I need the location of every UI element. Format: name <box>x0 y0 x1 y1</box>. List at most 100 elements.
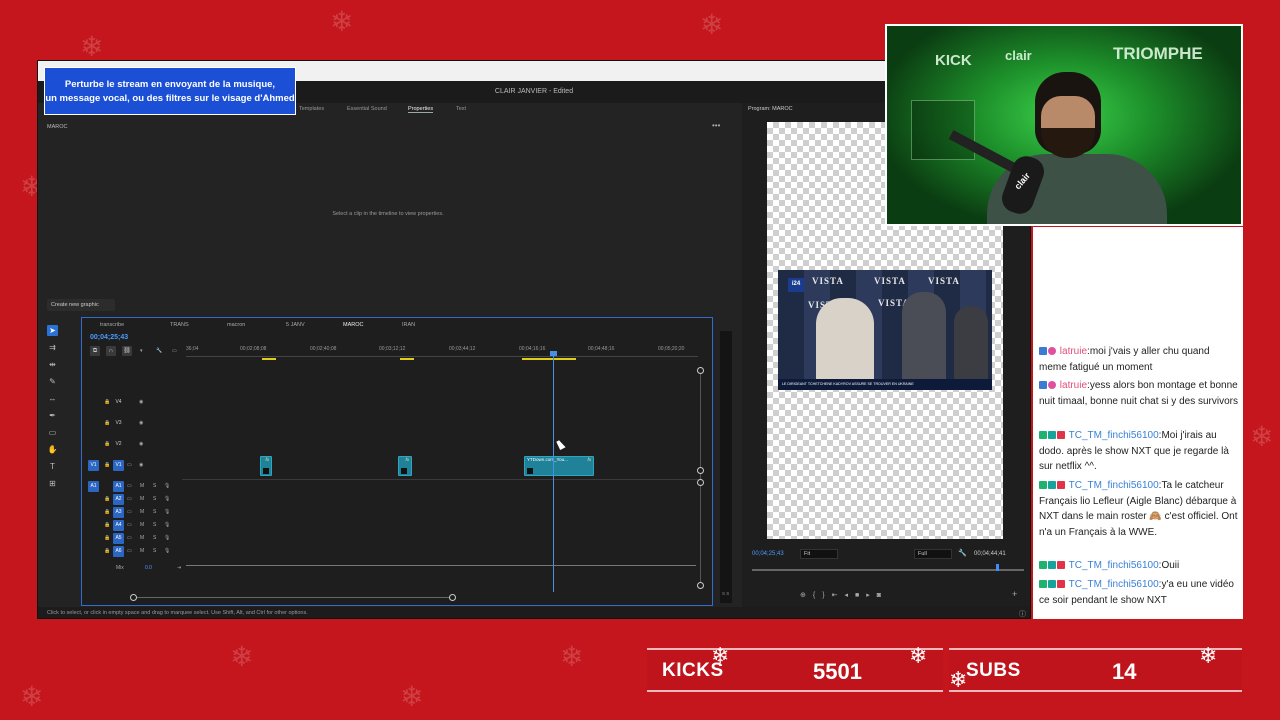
sync-icon[interactable]: ▭ <box>127 462 132 468</box>
timeline-tab[interactable]: 5 JANV <box>286 322 305 328</box>
chat-username[interactable]: TC_TM_finchi56100 <box>1069 579 1159 590</box>
microphone-icon[interactable]: 🎙 <box>164 535 170 541</box>
scroll-handle[interactable] <box>697 479 704 486</box>
mute-button[interactable]: M <box>140 522 144 528</box>
track-target[interactable]: A6 <box>113 546 124 557</box>
tab-properties[interactable]: Properties <box>408 106 434 113</box>
pen-tool-icon[interactable]: ✒ <box>47 410 58 421</box>
timeline-tab[interactable]: IRAN <box>402 322 415 328</box>
lock-icon[interactable]: 🔒 <box>104 509 110 515</box>
razor-tool-icon[interactable]: ✎ <box>47 376 58 387</box>
marker-icon[interactable]: ⊕ <box>800 592 813 599</box>
sync-icon[interactable]: ▭ <box>127 535 132 541</box>
time-ruler[interactable] <box>186 356 698 357</box>
solo-button[interactable]: S <box>153 548 156 554</box>
add-button-icon[interactable]: + <box>1012 589 1017 599</box>
mix-volume[interactable]: 0.0 <box>145 565 152 571</box>
selection-tool-icon[interactable]: ➤ <box>47 325 58 336</box>
lock-icon[interactable]: 🔒 <box>104 462 110 468</box>
eye-icon[interactable]: ◉ <box>139 441 143 447</box>
timeline-tab-active[interactable]: MAROC <box>343 322 363 328</box>
go-to-in-icon[interactable]: ⇤ <box>832 592 845 599</box>
slip-tool-icon[interactable]: ↔ <box>47 393 58 404</box>
program-playhead[interactable] <box>996 564 999 571</box>
playhead-handle[interactable] <box>550 351 557 356</box>
more-options-icon[interactable]: ••• <box>712 121 720 130</box>
scroll-handle[interactable] <box>697 582 704 589</box>
transport-controls[interactable]: ⊕{}⇤◂■▸◙ <box>800 591 888 599</box>
step-forward-icon[interactable]: ▸ <box>866 592 877 599</box>
timeline-tab[interactable]: transcribe <box>100 322 124 328</box>
step-back-icon[interactable]: ◂ <box>844 592 855 599</box>
rectangle-tool-icon[interactable]: ▭ <box>47 427 58 438</box>
chat-username[interactable]: latruie <box>1060 380 1087 391</box>
lock-icon[interactable]: 🔒 <box>104 548 110 554</box>
chat-username[interactable]: TC_TM_finchi56100 <box>1069 480 1159 491</box>
type-tool-icon[interactable]: T <box>47 461 58 472</box>
zoom-handle-left[interactable] <box>130 594 137 601</box>
tab-templates[interactable]: Templates <box>299 106 324 112</box>
eye-icon[interactable]: ◉ <box>139 462 143 468</box>
track-target[interactable]: V4 <box>113 397 124 408</box>
lock-icon[interactable]: 🔒 <box>104 522 110 528</box>
solo-button[interactable]: S <box>153 509 156 515</box>
mute-button[interactable]: M <box>140 535 144 541</box>
mute-button[interactable]: M <box>140 483 144 489</box>
tab-essential-sound[interactable]: Essential Sound <box>347 106 387 112</box>
resolution-select[interactable]: Full <box>914 549 952 559</box>
scroll-handle[interactable] <box>697 467 704 474</box>
stop-icon[interactable]: ■ <box>855 592 866 599</box>
lock-icon[interactable]: 🔒 <box>104 535 110 541</box>
source-track-id[interactable]: V1 <box>88 460 99 471</box>
tab-text[interactable]: Text <box>456 106 466 112</box>
video-clip[interactable]: YTDown.com_You... fx <box>524 456 594 476</box>
snap-icon[interactable]: ∩ <box>106 346 116 356</box>
sync-icon[interactable]: ▭ <box>127 483 132 489</box>
eye-icon[interactable]: ◉ <box>139 399 143 405</box>
timeline-tab[interactable]: macron <box>227 322 245 328</box>
sync-icon[interactable]: ▭ <box>127 522 132 528</box>
chat-username[interactable]: TC_TM_finchi56100 <box>1069 560 1159 571</box>
lock-icon[interactable]: 🔒 <box>104 420 110 426</box>
microphone-icon[interactable]: 🎙 <box>164 496 170 502</box>
wrench-icon[interactable]: 🔧 <box>156 348 162 354</box>
track-target[interactable]: V2 <box>113 439 124 450</box>
solo-button[interactable]: S <box>153 496 156 502</box>
horizontal-scrollbar[interactable] <box>134 597 452 598</box>
mute-button[interactable]: M <box>140 548 144 554</box>
timeline-tab[interactable]: TRANS <box>170 322 189 328</box>
track-target[interactable]: V3 <box>113 418 124 429</box>
program-playhead-timecode[interactable]: 00;04;25;43 <box>752 551 784 557</box>
timeline-playhead[interactable] <box>553 352 554 592</box>
chat-username[interactable]: latruie <box>1060 346 1087 357</box>
lock-icon[interactable]: 🔒 <box>104 441 110 447</box>
zoom-select[interactable]: Fit <box>800 549 838 559</box>
sync-icon[interactable]: ▭ <box>127 496 132 502</box>
caption-tool-icon[interactable]: ⊞ <box>47 478 58 489</box>
wrench-icon[interactable]: 🔧 <box>958 549 967 557</box>
solo-button[interactable]: S <box>153 522 156 528</box>
vertical-scrollbar[interactable] <box>700 368 701 584</box>
solo-button[interactable]: S <box>153 483 156 489</box>
marker-icon[interactable]: ▾ <box>140 348 143 354</box>
ripple-edit-tool-icon[interactable]: ⇹ <box>47 359 58 370</box>
microphone-icon[interactable]: 🎙 <box>164 548 170 554</box>
lock-icon[interactable]: 🔒 <box>104 399 110 405</box>
scroll-handle[interactable] <box>697 367 704 374</box>
timeline-timecode[interactable]: 00;04;25;43 <box>90 334 128 341</box>
camera-icon[interactable]: ◙ <box>877 592 888 599</box>
microphone-icon[interactable]: 🎙 <box>164 483 170 489</box>
create-graphic-button[interactable]: Create new graphic <box>47 299 115 311</box>
chat-username[interactable]: TC_TM_finchi56100 <box>1069 430 1159 441</box>
track-target[interactable]: V1 <box>113 460 124 471</box>
solo-button[interactable]: S <box>153 535 156 541</box>
microphone-icon[interactable]: 🎙 <box>164 509 170 515</box>
sync-icon[interactable]: ▭ <box>127 509 132 515</box>
zoom-handle-right[interactable] <box>449 594 456 601</box>
in-point-icon[interactable]: { <box>813 592 822 599</box>
microphone-icon[interactable]: 🎙 <box>164 522 170 528</box>
out-point-icon[interactable]: } <box>822 592 831 599</box>
eye-icon[interactable]: ◉ <box>139 420 143 426</box>
info-icon[interactable]: ⓘ <box>1019 609 1026 618</box>
video-clip[interactable]: fx <box>398 456 412 476</box>
